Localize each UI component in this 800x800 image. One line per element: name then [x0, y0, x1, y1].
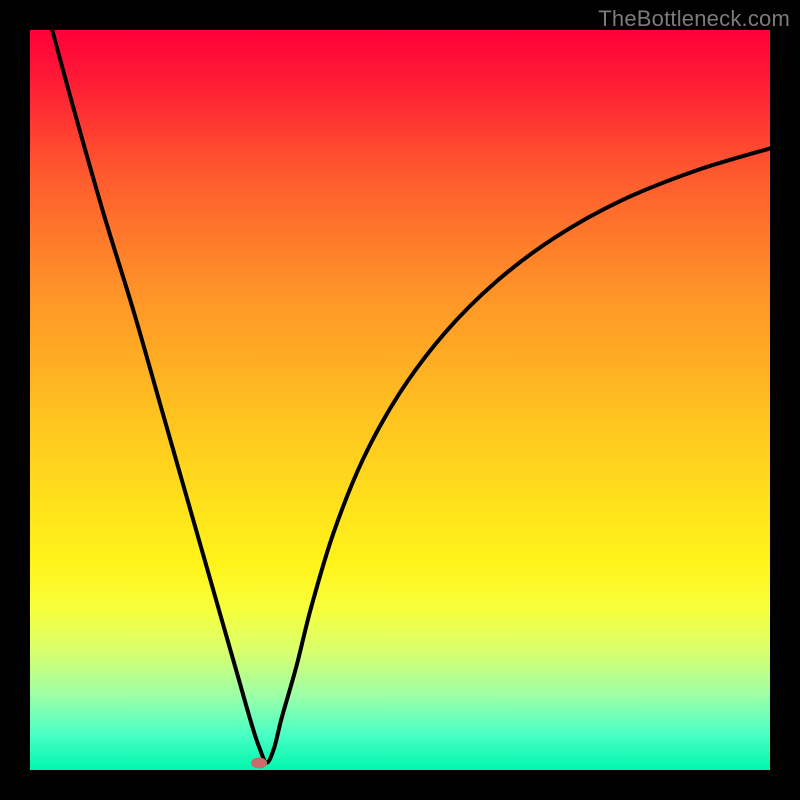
bottleneck-curve	[30, 30, 770, 770]
curve-path	[52, 30, 770, 763]
plot-area	[30, 30, 770, 770]
chart-frame: TheBottleneck.com	[0, 0, 800, 800]
optimum-marker	[251, 757, 267, 768]
watermark-text: TheBottleneck.com	[598, 6, 790, 32]
